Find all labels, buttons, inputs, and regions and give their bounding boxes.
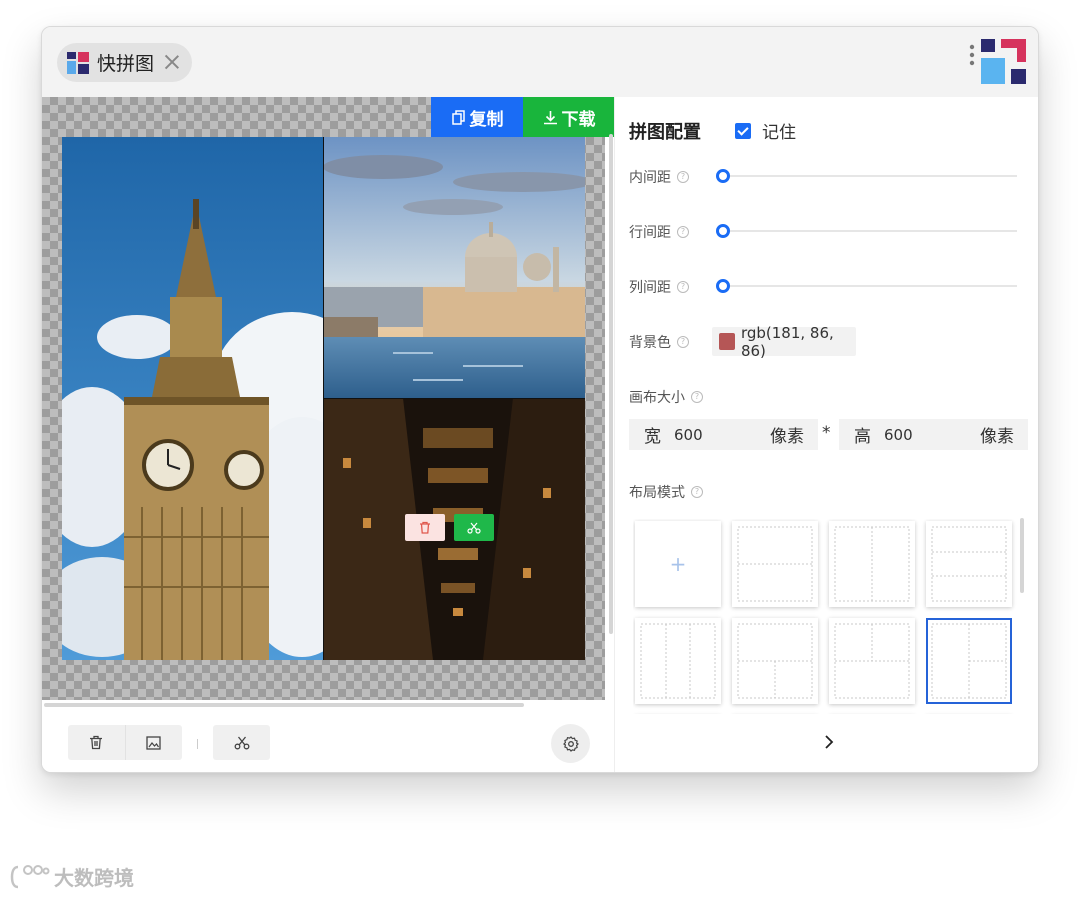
panel-title: 拼图配置 [629, 122, 701, 143]
toolbar-group-edit [68, 725, 182, 760]
settings-button[interactable] [551, 724, 590, 763]
padding-slider[interactable] [716, 169, 1017, 183]
layout-option[interactable] [635, 618, 721, 704]
layout-label: 布局模式 [629, 485, 685, 501]
canvas-area: 复制 下载 [42, 97, 615, 763]
row-gap-label: 行间距 [629, 225, 671, 241]
watermark-text: 大数跨境 [54, 866, 134, 890]
canvas-size-label-row: 画布大小 ? [629, 387, 703, 407]
download-icon [543, 110, 557, 124]
gear-icon [562, 735, 579, 752]
close-icon[interactable] [162, 52, 182, 72]
canvas-horizontal-scrollbar[interactable] [44, 703, 524, 707]
collage-canvas [62, 137, 585, 660]
download-button[interactable]: 下载 [523, 97, 615, 137]
layout-label-row: 布局模式 ? [629, 482, 703, 502]
copy-label: 复制 [469, 109, 504, 130]
help-icon[interactable]: ? [677, 336, 689, 348]
layout-add-custom[interactable]: + [635, 521, 721, 607]
layout-option[interactable] [829, 618, 915, 704]
canvas-vertical-scrollbar[interactable] [609, 134, 613, 634]
watermark: 大数跨境 [10, 862, 134, 891]
height-value[interactable]: 600 [884, 426, 980, 444]
config-panel: 拼图配置 记住 内间距 ? 行间距 ? 列间距 ? 背景色 ? rgb(181,… [615, 97, 1038, 772]
crop-button[interactable] [213, 725, 270, 760]
title-bar: 快拼图 [42, 27, 1038, 97]
col-gap-label-row: 列间距 ? [629, 277, 689, 297]
col-gap-slider[interactable] [716, 279, 1017, 293]
layout-option[interactable] [829, 521, 915, 607]
height-input[interactable]: 高 600 像素 [839, 419, 1028, 450]
bg-color-value: rgb(181, 86, 86) [740, 323, 834, 360]
scissors-icon [467, 522, 481, 534]
layout-option[interactable] [926, 521, 1012, 607]
padding-label: 内间距 [629, 170, 671, 186]
row-gap-slider[interactable] [716, 224, 1017, 238]
app-tab[interactable]: 快拼图 [57, 43, 192, 82]
tab-title: 快拼图 [97, 53, 155, 75]
remember-checkbox[interactable] [735, 122, 751, 139]
width-input[interactable]: 宽 600 像素 [629, 419, 818, 450]
height-unit: 像素 [980, 427, 1014, 447]
clear-button[interactable] [68, 725, 125, 760]
canvas-size-label: 画布大小 [629, 390, 685, 406]
trash-icon [420, 521, 430, 534]
app-window: 快拼图 复制 下载 拼图配置 记住 内间距 ? 行间距 ? 列间距 ? 背景色 … [41, 26, 1039, 773]
add-icon: + [669, 552, 687, 576]
photo-big-ben[interactable] [62, 137, 323, 660]
image-icon [146, 735, 161, 750]
help-icon[interactable]: ? [691, 486, 703, 498]
scissors-icon [234, 736, 249, 749]
app-logo-icon [67, 51, 89, 74]
copy-button[interactable]: 复制 [431, 97, 523, 137]
col-gap-slider-thumb[interactable] [716, 279, 730, 293]
watermark-logo-icon [10, 864, 50, 888]
help-icon[interactable]: ? [677, 281, 689, 293]
download-label: 下载 [561, 109, 596, 130]
bottom-toolbar [42, 712, 614, 772]
help-icon[interactable]: ? [691, 391, 703, 403]
width-value[interactable]: 600 [674, 426, 770, 444]
brand-logo-icon [969, 39, 1026, 84]
remember-toggle[interactable]: 记住 [735, 118, 796, 143]
padding-label-row: 内间距 ? [629, 167, 689, 187]
copy-icon [451, 109, 465, 125]
height-key: 高 [854, 427, 871, 447]
bg-label-row: 背景色 ? [629, 332, 689, 352]
chevron-right-icon [825, 735, 834, 749]
toolbar-separator [197, 739, 198, 749]
padding-slider-thumb[interactable] [716, 169, 730, 183]
trash-icon [90, 735, 103, 750]
color-swatch [719, 333, 735, 350]
remember-label: 记住 [762, 123, 796, 143]
layout-option[interactable] [732, 618, 818, 704]
row-gap-label-row: 行间距 ? [629, 222, 689, 242]
cell-delete-button[interactable] [405, 514, 445, 541]
layout-option[interactable] [732, 521, 818, 607]
add-image-button[interactable] [125, 725, 182, 760]
photo-venice[interactable] [323, 137, 585, 398]
size-times: * [822, 423, 831, 443]
layout-scrollbar[interactable] [1020, 518, 1024, 593]
row-gap-slider-thumb[interactable] [716, 224, 730, 238]
next-page-button[interactable] [820, 733, 838, 751]
layout-option-selected[interactable] [926, 618, 1012, 704]
help-icon[interactable]: ? [677, 226, 689, 238]
width-unit: 像素 [770, 427, 804, 447]
layout-grid: + [633, 519, 1021, 714]
help-icon[interactable]: ? [677, 171, 689, 183]
cell-crop-button[interactable] [454, 514, 494, 541]
bg-color-picker[interactable]: rgb(181, 86, 86) [712, 324, 856, 360]
toolbar-group-crop [213, 725, 270, 760]
width-key: 宽 [644, 427, 661, 447]
bg-label: 背景色 [629, 335, 671, 351]
col-gap-label: 列间距 [629, 280, 671, 296]
